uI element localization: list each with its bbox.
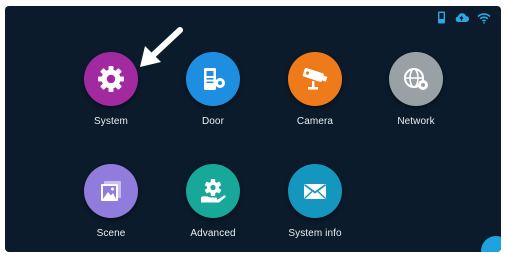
menu-item-label: Camera (296, 116, 334, 127)
status-bar (437, 11, 491, 24)
cloud-icon (454, 12, 469, 23)
corner-action-button[interactable] (481, 236, 501, 252)
menu-item-label: Door (201, 116, 225, 127)
menu-item-camera[interactable]: Camera (270, 52, 360, 127)
menu-item-label: Advanced (190, 228, 236, 239)
menu-item-scene[interactable]: Scene (66, 164, 156, 239)
camera-icon (288, 52, 342, 106)
globe-icon (389, 52, 443, 106)
menu-item-label: Network (397, 116, 435, 127)
menu-item-network[interactable]: Network (371, 52, 461, 127)
menu-item-system-info[interactable]: System info (270, 164, 360, 239)
menu-item-label: System info (288, 228, 342, 239)
menu-item-label: Scene (96, 228, 126, 239)
image-icon (84, 164, 138, 218)
gear-icon (84, 52, 138, 106)
device-screen: System Door Camera Network Scene Advance… (5, 6, 501, 252)
envelope-icon (288, 164, 342, 218)
phone-icon (437, 11, 446, 24)
door-station-icon (186, 52, 240, 106)
wifi-icon (477, 12, 491, 24)
hand-sync-icon (186, 164, 240, 218)
menu-item-advanced[interactable]: Advanced (168, 164, 258, 239)
pointer-arrow-icon (137, 26, 185, 75)
menu-item-label: System (94, 116, 128, 127)
